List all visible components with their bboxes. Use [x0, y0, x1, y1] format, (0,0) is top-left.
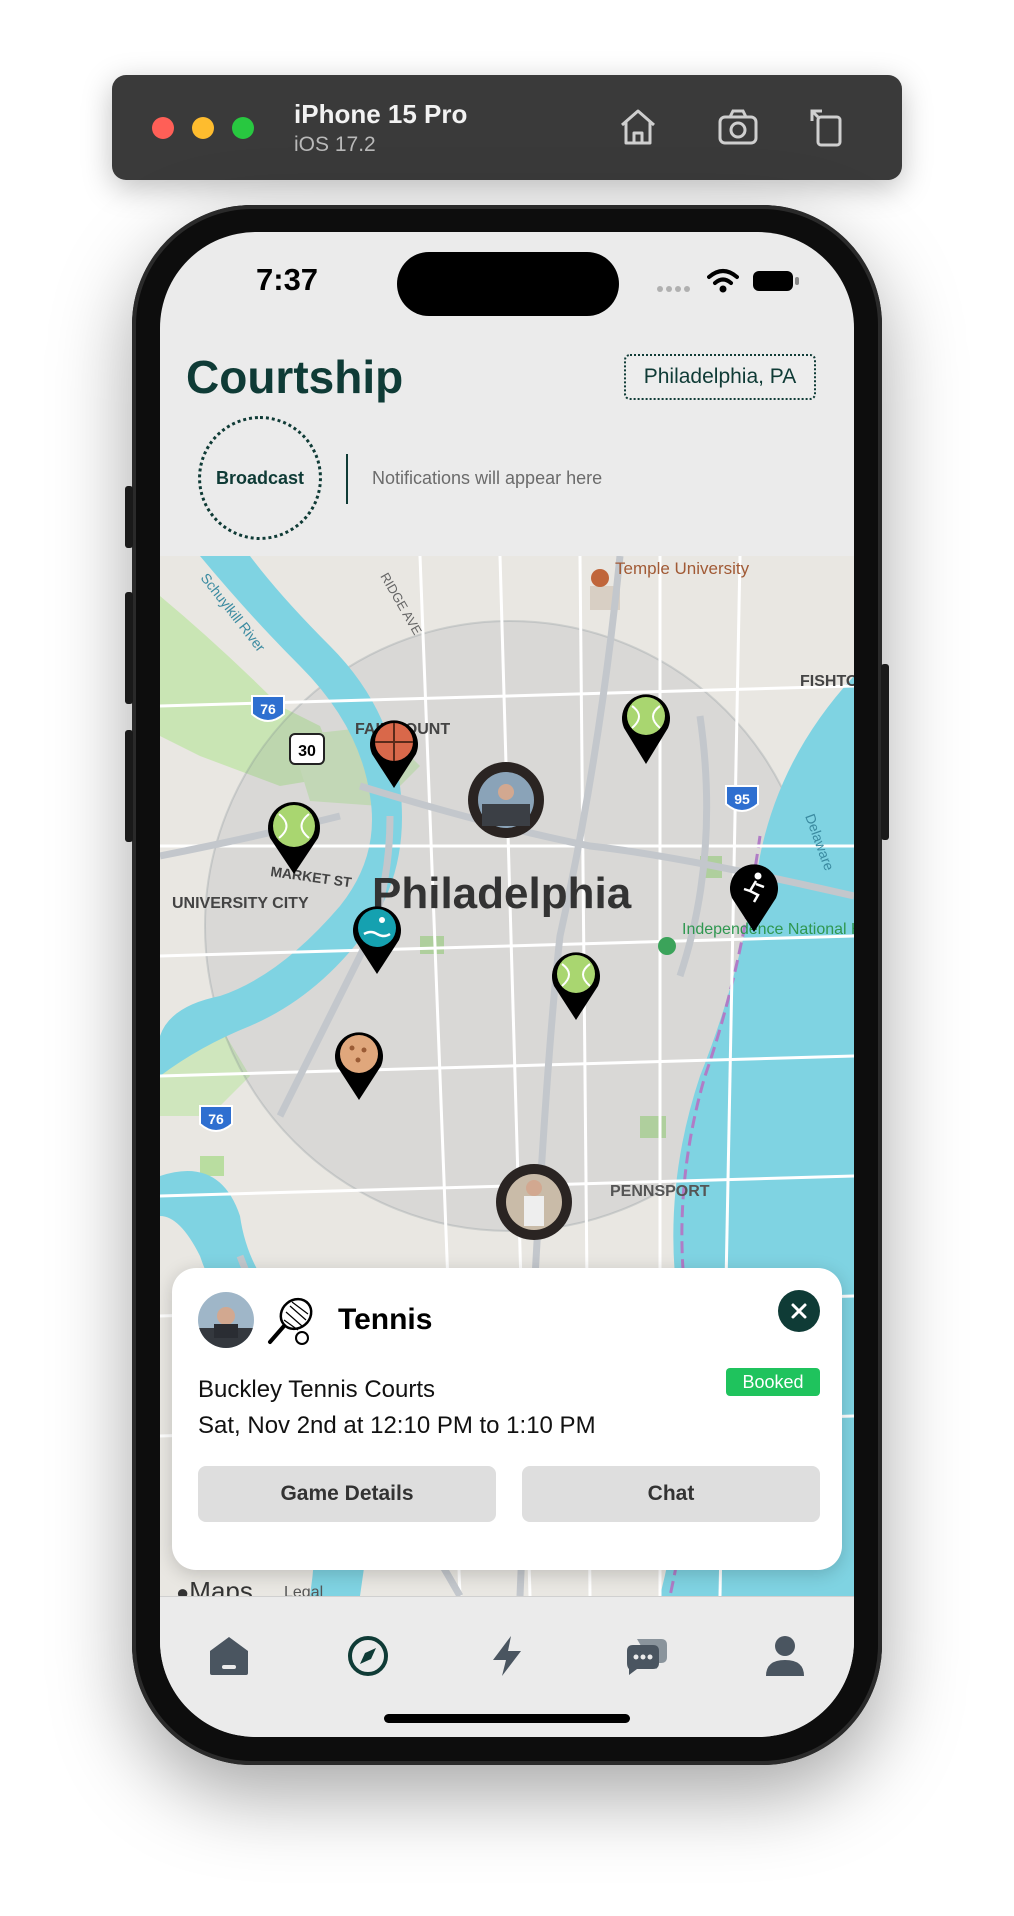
map-label-fishtown: FISHTO — [800, 673, 854, 690]
lightning-icon — [493, 1636, 521, 1676]
zoom-window-button[interactable] — [232, 117, 254, 139]
app-title: Courtship — [186, 351, 404, 403]
volume-down-button — [125, 730, 133, 842]
status-badge: Booked — [726, 1368, 820, 1396]
tab-explore[interactable] — [343, 1631, 393, 1681]
game-sport-title: Tennis — [338, 1303, 433, 1336]
chat-icon — [627, 1639, 667, 1675]
volume-up-button — [125, 592, 133, 704]
shield-label: 76 — [208, 1111, 224, 1127]
home-indicator[interactable] — [384, 1714, 630, 1723]
tennis-racket-icon — [268, 1297, 313, 1345]
app-screen: 7:37 Courtship Philadelphia, PA Broadcas… — [160, 232, 854, 1737]
university-icon — [591, 569, 609, 587]
map-label-university-city: UNIVERSITY CITY — [172, 895, 309, 912]
location-button[interactable]: Philadelphia, PA — [624, 354, 816, 400]
close-window-button[interactable] — [152, 117, 174, 139]
tennis-ball-icon — [557, 955, 595, 993]
park-area — [200, 1156, 224, 1176]
close-card-button[interactable] — [778, 1290, 820, 1332]
shield-label: 76 — [260, 701, 276, 717]
map-label-temple: Temple University — [615, 559, 750, 578]
compass-icon — [348, 1636, 388, 1676]
screenshot-icon[interactable] — [714, 103, 762, 151]
home-icon — [210, 1637, 248, 1675]
broadcast-button[interactable]: Broadcast — [198, 416, 322, 540]
player-avatar-pin[interactable] — [496, 1164, 572, 1240]
minimize-window-button[interactable] — [192, 117, 214, 139]
map-label-pennsport: PENNSPORT — [610, 1183, 710, 1200]
notifications-placeholder: Notifications will appear here — [372, 468, 603, 488]
divider — [346, 454, 348, 504]
tab-messages[interactable] — [621, 1631, 671, 1681]
person-icon — [766, 1636, 804, 1676]
battery-icon — [753, 271, 799, 291]
highway-shield-76: 76 — [251, 695, 285, 722]
pickleball-icon — [340, 1035, 378, 1073]
dynamic-island — [397, 252, 619, 316]
shield-label: 30 — [298, 743, 316, 760]
status-time: 7:37 — [256, 262, 319, 297]
park-icon — [658, 937, 676, 955]
highway-shield-95: 95 — [725, 785, 759, 812]
cellular-signal-icon — [657, 286, 690, 292]
map-label-philadelphia: Philadelphia — [372, 869, 632, 918]
tennis-ball-icon — [273, 805, 315, 847]
game-details-button[interactable]: Game Details — [198, 1466, 496, 1522]
highway-shield-30: 30 — [289, 733, 325, 765]
close-icon — [791, 1303, 807, 1319]
action-button — [125, 486, 133, 548]
os-version: iOS 17.2 — [294, 133, 376, 156]
venue-name: Buckley Tennis Courts — [198, 1376, 435, 1403]
simulator-title-bar: iPhone 15 Pro iOS 17.2 — [112, 75, 902, 180]
tab-profile[interactable] — [760, 1631, 810, 1681]
home-icon[interactable] — [614, 103, 662, 151]
avatar — [198, 1292, 254, 1348]
tab-activity[interactable] — [482, 1631, 532, 1681]
shield-label: 95 — [734, 791, 750, 807]
game-card[interactable]: Tennis Booked Buckley Tennis Courts Sat,… — [172, 1268, 842, 1570]
wifi-icon — [707, 269, 739, 293]
device-name: iPhone 15 Pro — [294, 99, 468, 129]
player-avatar-pin[interactable] — [468, 762, 544, 838]
power-button — [881, 664, 889, 840]
map-label-independence: Independence National Historical Park — [682, 921, 854, 938]
tennis-ball-icon — [627, 697, 665, 735]
tab-home[interactable] — [204, 1631, 254, 1681]
rotate-icon[interactable] — [804, 103, 852, 151]
game-time: Sat, Nov 2nd at 12:10 PM to 1:10 PM — [198, 1412, 596, 1439]
chat-button[interactable]: Chat — [522, 1466, 820, 1522]
highway-shield-76: 76 — [199, 1105, 233, 1132]
swimmer-icon — [358, 909, 396, 947]
